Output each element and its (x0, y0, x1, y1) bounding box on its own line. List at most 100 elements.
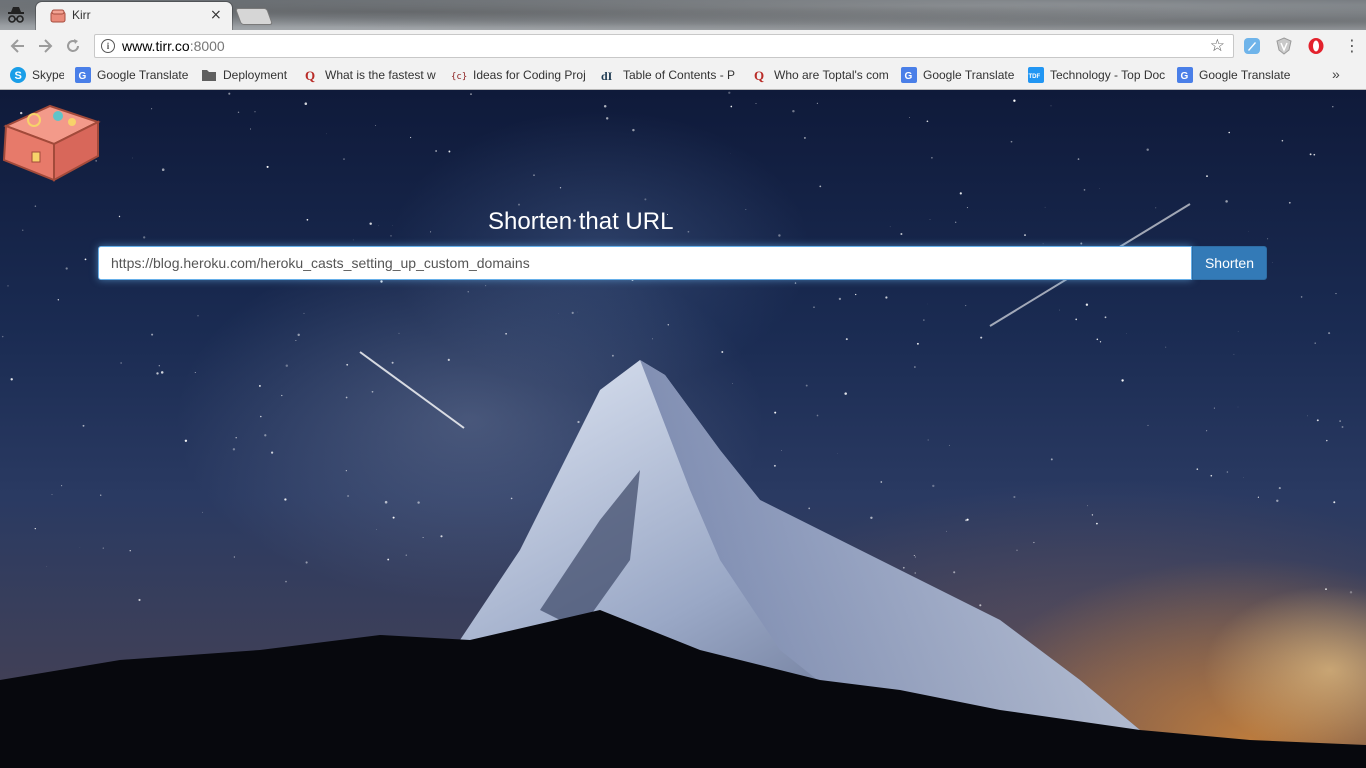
star (1314, 342, 1316, 344)
star (352, 239, 354, 241)
bookmark-google-translate-1[interactable]: G Google Translate (75, 67, 191, 83)
star (194, 371, 196, 374)
star (1, 335, 4, 338)
star (84, 258, 87, 261)
star (1332, 106, 1334, 108)
star (1257, 496, 1259, 498)
bookmark-skype[interactable]: S Skype (10, 67, 64, 83)
bookmark-folder-deployment[interactable]: Deployment (201, 67, 293, 83)
background-mountain-image (0, 91, 1366, 768)
star (1288, 201, 1291, 204)
shield-extension-icon[interactable] (1275, 37, 1293, 55)
star (118, 215, 121, 218)
star (774, 411, 777, 414)
back-button[interactable] (8, 36, 28, 56)
star (1213, 407, 1215, 409)
shorten-button[interactable]: Shorten (1192, 246, 1267, 280)
toolbar: i www.tirr.co:8000 ☆ ⋮ (0, 30, 1366, 62)
star (1333, 501, 1336, 504)
svg-text:Q: Q (305, 68, 315, 83)
star (151, 333, 154, 336)
star (448, 150, 451, 153)
svg-text:TDF: TDF (1029, 74, 1041, 80)
star (571, 311, 574, 314)
star (1059, 309, 1060, 311)
star (1050, 105, 1052, 107)
star (1085, 303, 1089, 306)
opera-extension-icon[interactable] (1307, 37, 1325, 55)
bookmark-google-translate-3[interactable]: G Google Translate (1177, 67, 1295, 83)
tab-active[interactable]: Kirr × (36, 2, 232, 30)
star (1225, 200, 1228, 203)
star (577, 311, 579, 313)
star (932, 484, 935, 488)
star (959, 192, 962, 195)
bookmark-google-translate-2[interactable]: G Google Translate (901, 67, 1019, 83)
bookmark-coding-ideas[interactable]: {c} Ideas for Coding Proj (451, 67, 589, 83)
star (102, 547, 104, 549)
star (405, 554, 408, 556)
forward-button[interactable] (35, 36, 55, 56)
star (343, 158, 345, 161)
star (1010, 140, 1013, 143)
tab-strip: Kirr × (0, 0, 1366, 30)
star (435, 150, 437, 152)
address-bar[interactable]: i www.tirr.co:8000 ☆ (94, 34, 1234, 58)
star (927, 439, 929, 441)
extension-pen-icon[interactable] (1243, 37, 1261, 55)
reload-button[interactable] (63, 36, 83, 56)
star (611, 354, 614, 357)
star (387, 558, 390, 561)
star (819, 185, 822, 188)
star (1206, 430, 1208, 432)
star (929, 219, 931, 220)
star (197, 315, 199, 317)
new-tab-button[interactable] (234, 8, 274, 25)
star (1276, 499, 1279, 503)
kirr-favicon-icon (50, 9, 66, 23)
quora-icon: Q (303, 67, 319, 83)
star (755, 102, 757, 105)
incognito-icon (8, 7, 24, 23)
star (392, 225, 393, 226)
bookmark-quora-toptal[interactable]: Q Who are Toptal's com (752, 67, 888, 83)
star (271, 451, 274, 454)
star (100, 494, 102, 496)
star (1313, 153, 1316, 156)
back-arrow-icon (10, 39, 24, 53)
bookmark-quora-fastest[interactable]: Q What is the fastest w (303, 67, 439, 83)
star (1096, 338, 1099, 341)
star (297, 333, 300, 337)
star (1077, 158, 1080, 160)
bookmark-star-icon[interactable]: ☆ (1210, 36, 1225, 56)
star (916, 342, 919, 345)
star (378, 225, 380, 227)
menu-icon[interactable]: ⋮ (1344, 37, 1360, 55)
star (485, 285, 487, 287)
star (151, 108, 153, 110)
bookmark-table-of-contents[interactable]: dI Table of Contents - P (601, 67, 741, 83)
star (923, 319, 925, 321)
star (913, 554, 915, 557)
svg-text:S: S (15, 70, 22, 82)
star (430, 231, 432, 233)
bookmarks-overflow-icon[interactable]: » (1332, 66, 1340, 82)
star (326, 133, 327, 135)
star (1278, 487, 1281, 490)
star (184, 439, 188, 442)
star (745, 209, 747, 210)
bookmark-technology-top-doc[interactable]: TDF Technology - Top Doc (1028, 67, 1166, 83)
info-icon[interactable]: i (101, 39, 115, 53)
star (46, 566, 48, 567)
svg-text:dI: dI (601, 69, 613, 83)
star (1016, 549, 1018, 552)
tab-close-icon[interactable]: × (210, 7, 222, 23)
star (264, 434, 267, 437)
star (966, 518, 969, 521)
url-input[interactable] (98, 246, 1192, 280)
star (391, 361, 394, 364)
dive-into-python-icon: dI (601, 67, 617, 83)
bookmarks-bar: S Skype G Google Translate Deployment Q … (0, 62, 1366, 90)
star (953, 571, 956, 574)
star (34, 205, 37, 207)
